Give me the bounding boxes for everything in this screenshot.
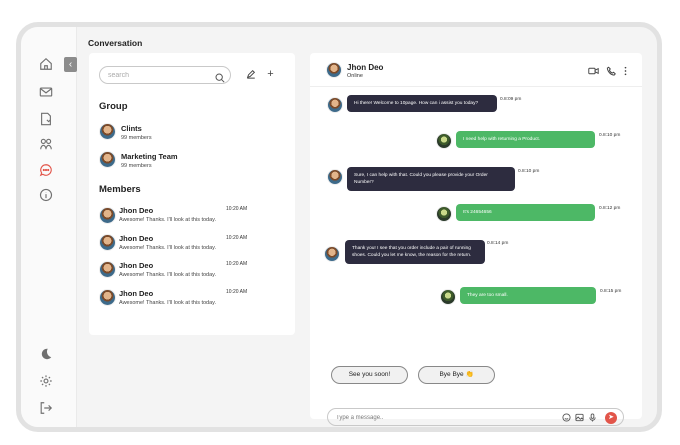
info-icon[interactable]	[39, 188, 53, 202]
add-button[interactable]: +	[265, 69, 276, 80]
moon-icon[interactable]	[39, 347, 53, 361]
app-window: ‹ Conversation + Group Clints 99 members…	[16, 22, 662, 432]
message-time: 0.8:12 pm	[599, 206, 621, 211]
quick-reply-button[interactable]: See you soon!	[331, 366, 408, 384]
members-heading: Members	[99, 184, 141, 195]
member-preview: Awesome! Thanks. I'll look at this today…	[119, 245, 217, 251]
send-icon: ➤	[608, 414, 614, 421]
member-name: Jhon Deo	[119, 261, 154, 270]
avatar	[99, 123, 116, 140]
member-time: 10:20 AM	[226, 235, 248, 241]
avatar	[99, 289, 116, 306]
search-input[interactable]	[108, 70, 208, 81]
edit-icon[interactable]	[245, 69, 256, 80]
avatar	[327, 169, 343, 185]
search-box	[99, 66, 231, 84]
avatar	[99, 151, 116, 168]
avatar	[327, 97, 343, 113]
contact-name: Jhon Deo	[347, 63, 384, 72]
group-name: Clints	[121, 124, 142, 133]
member-name: Jhon Deo	[119, 206, 154, 215]
contact-avatar[interactable]	[326, 62, 342, 78]
phone-icon[interactable]	[606, 66, 617, 76]
quick-reply-button[interactable]: Bye Bye 👏	[418, 366, 495, 384]
message-time: 0.8:10 pm	[599, 133, 621, 138]
message-composer: ➤	[327, 408, 624, 426]
member-time: 10:20 AM	[226, 261, 248, 267]
logout-icon[interactable]	[39, 401, 53, 415]
member-name: Jhon Deo	[119, 289, 154, 298]
avatar	[99, 207, 116, 224]
team-icon[interactable]	[39, 137, 53, 151]
group-member-count: 99 members	[121, 135, 152, 141]
message-time: 0.8:15 pm	[600, 289, 622, 294]
settings-icon[interactable]	[39, 374, 53, 388]
avatar	[440, 289, 456, 305]
more-options-icon[interactable]	[620, 66, 627, 76]
avatar	[99, 234, 116, 251]
message-time: 0.8:10 pm	[518, 169, 540, 174]
avatar	[436, 206, 452, 222]
send-button[interactable]: ➤	[605, 412, 617, 424]
member-preview: Awesome! Thanks. I'll look at this today…	[119, 300, 217, 306]
chat-header: Jhon Deo Online	[310, 53, 642, 87]
message-bubble: Thank you! I see that you order include …	[345, 240, 485, 264]
home-icon[interactable]	[39, 57, 53, 71]
plus-icon: +	[267, 68, 274, 80]
nav-rail	[21, 27, 77, 427]
member-preview: Awesome! Thanks. I'll look at this today…	[119, 272, 217, 278]
message-bubble: I need help with returning a Product.	[456, 131, 595, 148]
avatar	[99, 261, 116, 278]
microphone-icon[interactable]	[588, 413, 597, 422]
image-icon[interactable]	[575, 413, 584, 422]
groups-heading: Group	[99, 101, 128, 112]
search-icon[interactable]	[215, 70, 225, 83]
page-title: Conversation	[88, 38, 143, 48]
member-preview: Awesome! Thanks. I'll look at this today…	[119, 217, 217, 223]
group-name: Marketing Team	[121, 152, 178, 161]
member-time: 10:20 AM	[226, 289, 248, 295]
collapse-sidebar-button[interactable]: ‹	[64, 57, 77, 72]
mail-icon[interactable]	[39, 85, 53, 99]
document-icon[interactable]	[39, 112, 53, 126]
avatar	[324, 246, 340, 262]
message-input[interactable]	[336, 412, 546, 423]
group-member-count: 99 members	[121, 163, 152, 169]
chat-panel: Jhon Deo Online Hi there! Welcome to 10p…	[310, 53, 642, 426]
chevron-left-icon: ‹	[68, 59, 73, 70]
member-time: 10:20 AM	[226, 206, 248, 212]
video-call-icon[interactable]	[588, 66, 599, 76]
message-bubble: Sure, I can help with that. Could you pl…	[347, 167, 515, 191]
emoji-icon[interactable]	[562, 413, 571, 422]
chat-icon[interactable]	[39, 163, 53, 177]
message-bubble: Hi there! Welcome to 10page. How can i a…	[347, 95, 497, 112]
message-time: 0.8:09 pm	[500, 97, 522, 102]
contact-status: Online	[347, 73, 363, 79]
message-bubble: They are too small.	[460, 287, 596, 304]
conversation-list-panel: + Group Clints 99 members Marketing Team…	[89, 53, 295, 335]
message-bubble: It's 24654656	[456, 204, 595, 221]
message-time: 0.8:14 pm	[487, 241, 509, 246]
member-name: Jhon Deo	[119, 234, 154, 243]
avatar	[436, 133, 452, 149]
